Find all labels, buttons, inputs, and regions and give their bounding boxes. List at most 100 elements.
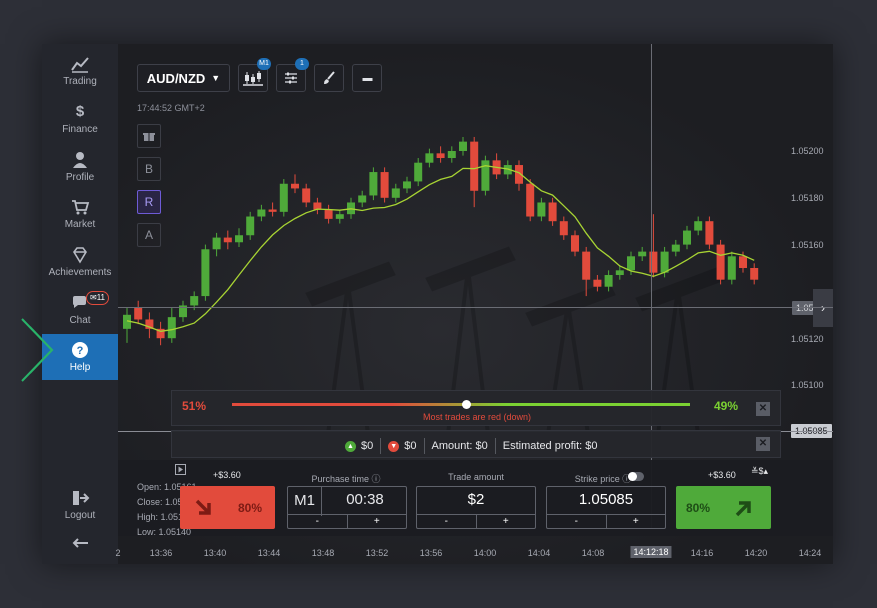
sliders-icon [285, 72, 297, 84]
sidebar-item-achievements[interactable]: Achievements [42, 239, 118, 285]
price-axis-label: 1.05120 [791, 334, 824, 344]
candles-icon [243, 71, 263, 86]
amount-plus-button[interactable]: + [475, 515, 536, 528]
candle-body [638, 251, 647, 257]
payout-settings-icon[interactable]: ≚$▴ [751, 466, 768, 477]
candle-body [190, 296, 199, 306]
candle-body [302, 188, 311, 203]
sidebar: Trading $ Finance Profile Market Achieve… [42, 44, 118, 564]
scroll-right-button[interactable]: › [813, 289, 833, 327]
candle-body [167, 317, 176, 339]
tool-a-button[interactable]: A [137, 223, 161, 247]
candle-body [134, 307, 143, 320]
sidebar-item-trading[interactable]: Trading [42, 48, 118, 94]
sentiment-down-percent: 51% [182, 399, 207, 413]
divider [423, 438, 425, 454]
time-axis-tick: 13:44 [257, 548, 281, 558]
candle-body [739, 256, 747, 268]
candle-body [246, 216, 255, 236]
candle-body [615, 270, 624, 276]
purchase-time-label: Purchase time ⓘ [311, 474, 381, 484]
close-icon: ✕ [758, 403, 768, 414]
candle-body [537, 202, 546, 217]
sidebar-item-label: Market [64, 219, 96, 230]
indicators-button[interactable]: 1 [276, 58, 309, 92]
purchase-time-control: M1 00:38 - + [287, 486, 407, 529]
up-percent: 80% [686, 500, 711, 515]
candle-body [582, 251, 591, 280]
time-axis-tick: 14:16 [690, 548, 714, 558]
time-plus-button[interactable]: + [346, 515, 407, 528]
down-arrow-icon: ▼ [388, 440, 400, 452]
up-profit-label: +$3.60 [708, 470, 736, 480]
candle-body [627, 256, 635, 271]
tool-b-button[interactable]: B [137, 157, 161, 181]
timeframe-selector[interactable]: M1 [288, 487, 322, 516]
more-button[interactable]: ▬ [352, 64, 382, 92]
strike-plus-button[interactable]: + [605, 515, 666, 528]
indicator-count-badge: 1 [295, 58, 309, 70]
time-axis-tick: 14:00 [473, 548, 497, 558]
candle-body [705, 221, 714, 245]
sentiment-knob [461, 400, 471, 409]
strike-minus-button[interactable]: - [547, 515, 606, 528]
drawing-tools-button[interactable] [314, 64, 344, 92]
play-icon [175, 464, 186, 475]
down-amount: $0 [404, 440, 417, 452]
candle-body [268, 209, 277, 212]
trade-panel: Open: 1.05161 Close: 1.05141 High: 1.051… [118, 460, 833, 537]
trade-amount-control: $2 - + [416, 486, 536, 529]
collapse-sidebar-button[interactable] [42, 532, 118, 556]
asset-selector[interactable]: AUD/NZD ▼ [137, 64, 230, 92]
candle-body [660, 251, 669, 273]
down-percent: 80% [238, 500, 263, 515]
gift-button[interactable] [137, 124, 161, 148]
arrow-left-icon [72, 538, 88, 548]
candle-body [358, 195, 367, 203]
sidebar-item-market[interactable]: Market [42, 191, 118, 237]
sidebar-item-profile[interactable]: Profile [42, 144, 118, 190]
close-sentiment-button[interactable]: ✕ [756, 402, 770, 416]
logout-button[interactable]: Logout [42, 482, 118, 528]
sidebar-item-label: Chat [69, 315, 91, 326]
candle-body [481, 160, 490, 191]
candle-body [593, 279, 602, 287]
tool-r-button[interactable]: R [137, 190, 161, 214]
estimated-profit: Estimated profit: $0 [502, 440, 598, 452]
amount-minus-button[interactable]: - [417, 515, 476, 528]
time-axis-tick: 13:56 [419, 548, 443, 558]
sidebar-item-label: Trading [63, 76, 97, 87]
sell-down-button[interactable]: 80% [180, 486, 275, 529]
expand-panel-button[interactable] [137, 464, 186, 477]
trader-sentiment-panel: 51% 49% Most trades are red (down) ✕ [171, 390, 781, 426]
purchase-time-value[interactable]: 00:38 [322, 491, 408, 508]
sentiment-message: Most trades are red (down) [422, 412, 532, 422]
up-arrow-icon: ▲ [345, 440, 356, 452]
time-minus-button[interactable]: - [288, 515, 347, 528]
strike-price-control: 1.05085 - + [546, 486, 666, 529]
sidebar-item-finance[interactable]: $ Finance [42, 96, 118, 142]
close-icon: ✕ [758, 438, 768, 449]
price-axis-label: 1.05180 [791, 193, 824, 203]
sidebar-item-label: Help [69, 362, 91, 373]
candle-body [571, 235, 579, 252]
candle-body [604, 275, 613, 287]
chart-area[interactable]: AUD/NZD ▼ M1 1 ▬ 17:44:52 GMT+2 B R A 1.… [115, 44, 833, 564]
chart-side-tools: B R A [137, 124, 161, 256]
app-window: Trading $ Finance Profile Market Achieve… [42, 44, 833, 564]
candle-body [391, 188, 400, 198]
gift-icon [143, 133, 155, 141]
close-amount-button[interactable]: ✕ [756, 437, 770, 451]
trade-amount-value[interactable]: $2 [417, 491, 535, 508]
candle-body [223, 237, 232, 243]
brush-icon [324, 71, 335, 84]
strike-price-value[interactable]: 1.05085 [547, 491, 665, 508]
candle-body [369, 172, 378, 196]
more-icon: ▬ [362, 72, 373, 84]
candle-body [447, 151, 456, 159]
strike-toggle[interactable] [628, 472, 644, 481]
logout-label: Logout [64, 510, 96, 521]
time-axis-tick: 14:24 [798, 548, 822, 558]
chart-type-button[interactable]: M1 [238, 58, 271, 92]
buy-up-button[interactable]: 80% [676, 486, 771, 529]
